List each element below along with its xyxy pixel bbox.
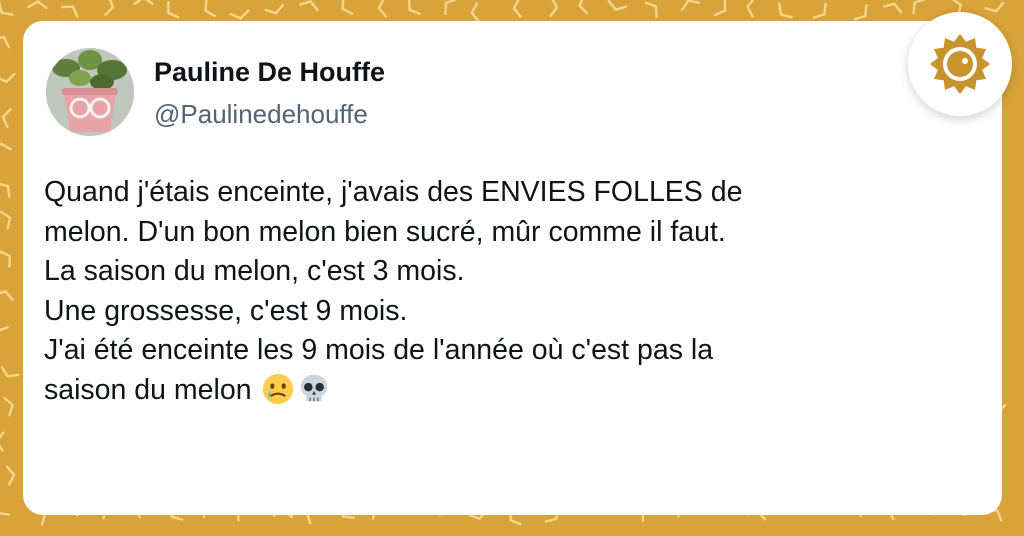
tweet-card: Pauline De Houffe @Paulinedehouffe Quand…: [23, 21, 1002, 515]
tweet-line: J'ai été enceinte les 9 mois de l'année …: [44, 334, 714, 366]
skull-icon: [301, 374, 328, 401]
handle[interactable]: @Paulinedehouffe: [154, 99, 368, 130]
brand-logo[interactable]: [908, 12, 1012, 116]
sun-logo-icon: [930, 34, 990, 94]
tweet-line: melon. D'un bon melon bien sucré, mûr co…: [44, 215, 726, 248]
tweet-line: La saison du melon, c'est 3 mois.: [44, 255, 465, 287]
tweet-line: Une grossesse, c'est 9 mois.: [44, 294, 408, 327]
tweet-text: Quand j'étais enceinte, j'avais des ENVI…: [44, 173, 984, 410]
tweet-line-last: saison du melon: [44, 371, 984, 411]
tweet-line: Quand j'étais enceinte, j'avais des ENVI…: [44, 176, 743, 208]
face-holding-back-tears-icon: [263, 373, 294, 404]
avatar-plant-glasses-icon: [46, 48, 134, 136]
display-name[interactable]: Pauline De Houffe: [154, 57, 385, 88]
tweet-line-text: saison du melon: [44, 373, 252, 406]
avatar[interactable]: [46, 48, 134, 136]
